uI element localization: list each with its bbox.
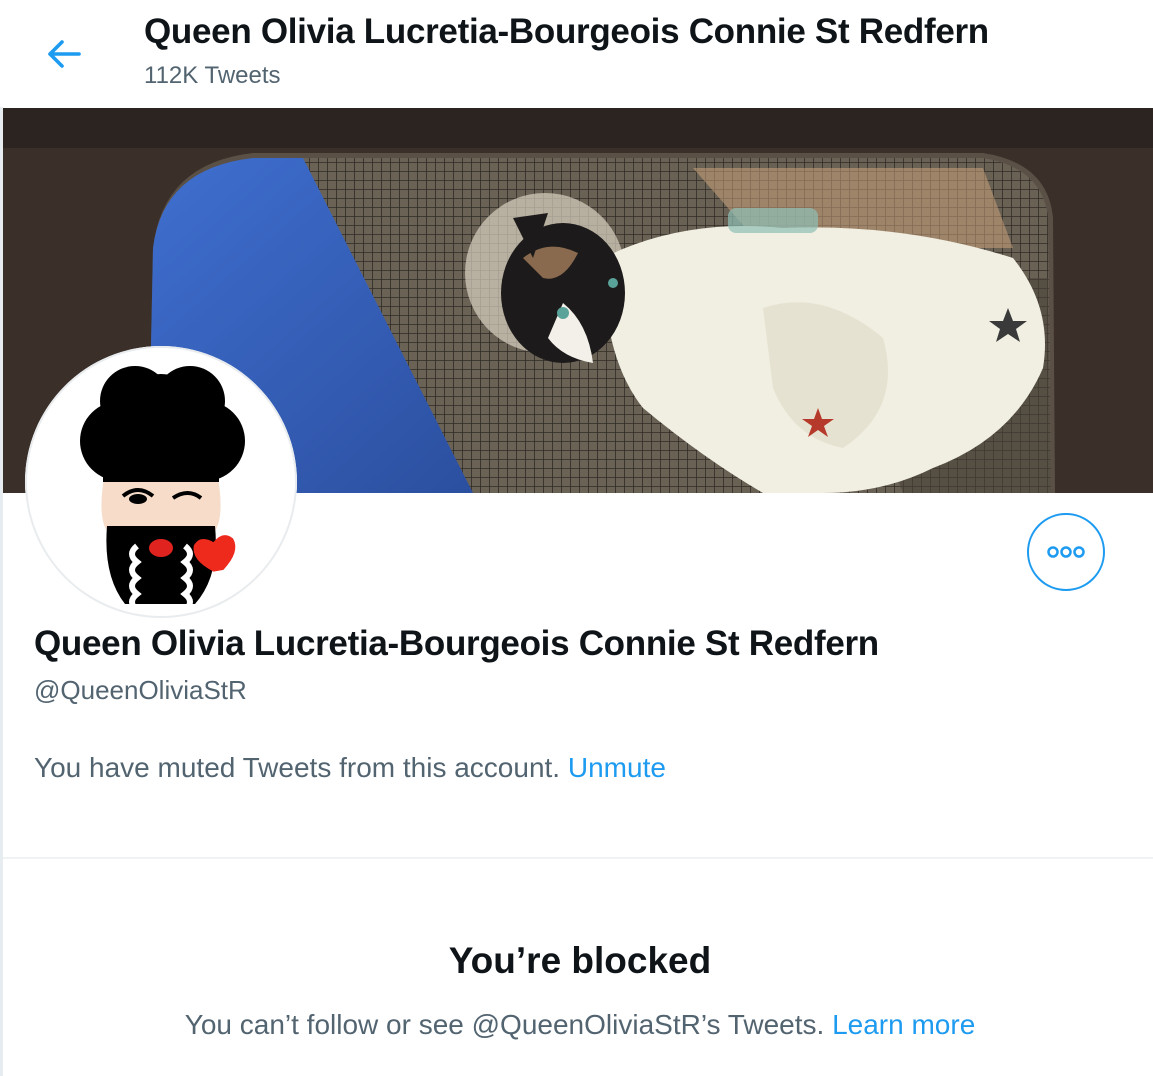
muted-notice: You have muted Tweets from this account.… — [34, 752, 666, 784]
blocked-description: You can’t follow or see @QueenOliviaStR’… — [184, 1009, 825, 1040]
profile-display-name: Queen Olivia Lucretia-Bourgeois Connie S… — [34, 624, 879, 663]
muted-text: You have muted Tweets from this account. — [34, 752, 561, 783]
blocked-title: You’re blocked — [448, 940, 712, 981]
profile-avatar[interactable] — [25, 346, 297, 618]
section-divider — [3, 857, 1153, 859]
more-options-icon — [1047, 546, 1085, 558]
header-tweet-count: 112K Tweets — [144, 62, 281, 89]
avatar-image — [80, 366, 245, 613]
profile-handle: @QueenOliviaStR — [34, 675, 247, 705]
header-title: Queen Olivia Lucretia-Bourgeois Connie S… — [144, 12, 989, 51]
learn-more-link[interactable]: Learn more — [832, 1009, 975, 1040]
arrow-left-icon — [48, 40, 81, 68]
unmute-link[interactable]: Unmute — [568, 752, 666, 783]
top-header: Queen Olivia Lucretia-Bourgeois Connie S… — [0, 0, 1153, 107]
more-options-button[interactable] — [1027, 513, 1105, 591]
blocked-description-line: You can’t follow or see @QueenOliviaStR’… — [0, 1009, 1153, 1041]
profile-page: Queen Olivia Lucretia-Bourgeois Connie S… — [0, 0, 1153, 1076]
back-button[interactable] — [38, 30, 90, 78]
